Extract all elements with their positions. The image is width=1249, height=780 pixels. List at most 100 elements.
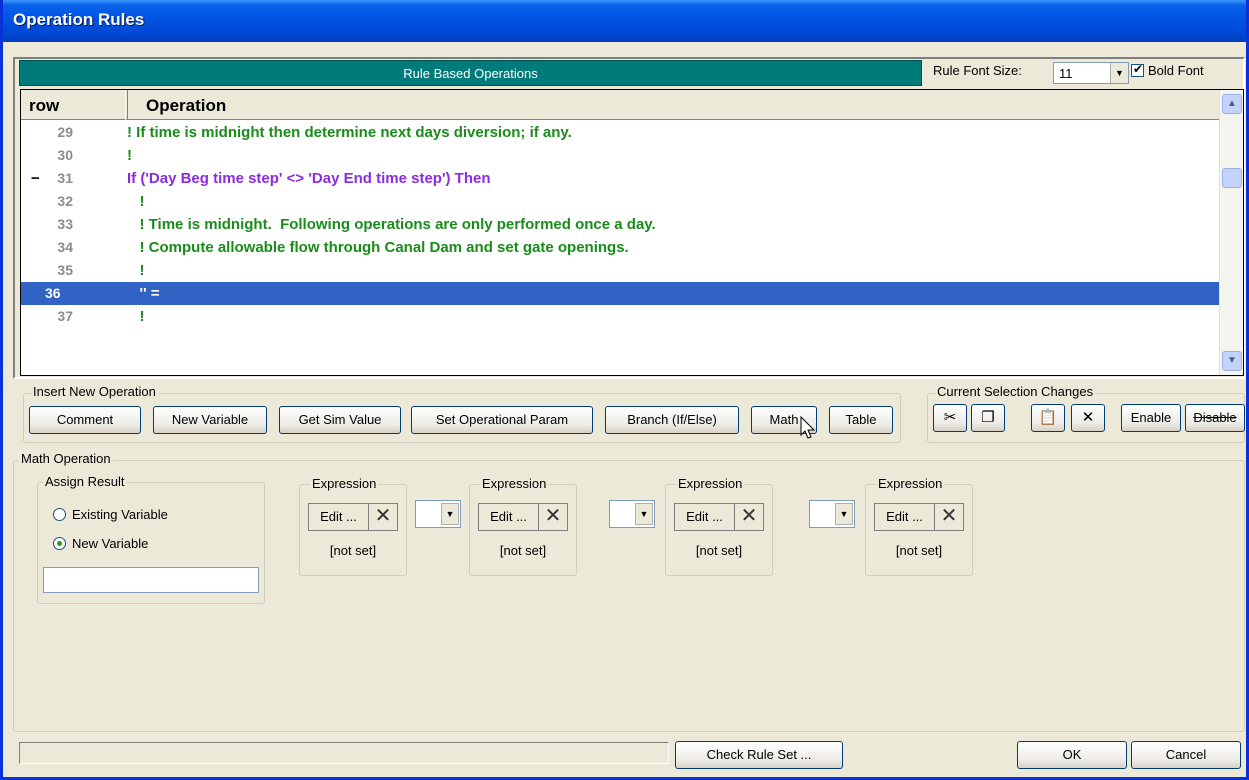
radio-selected-icon[interactable] — [53, 537, 66, 551]
column-header-row: row — [29, 96, 60, 115]
expression-value: [not set] — [695, 543, 743, 558]
operation-text: ! If time is midnight then determine nex… — [127, 124, 572, 141]
rule-font-size-select[interactable]: 11 ▼ — [1053, 62, 1129, 84]
branch-if-else-button[interactable]: Branch (If/Else) — [605, 406, 739, 434]
grid-rows: 29 ! If time is midnight then determine n… — [21, 121, 1219, 328]
operation-text: ! Compute allowable flow through Canal D… — [127, 239, 629, 256]
chevron-down-icon[interactable]: ▼ — [835, 503, 853, 525]
clear-expression-icon[interactable]: ✕ — [539, 504, 567, 530]
row-number: 29 — [57, 124, 73, 140]
clear-expression-icon[interactable]: ✕ — [935, 504, 963, 530]
rule-based-operations-banner: Rule Based Operations — [19, 60, 922, 86]
table-row[interactable]: 30! — [21, 144, 1219, 167]
assign-result-label: Assign Result — [43, 474, 127, 489]
operation-text: '' = — [127, 285, 160, 302]
disable-button[interactable]: Disable — [1185, 404, 1245, 432]
expression-edit-button[interactable]: Edit ... — [675, 504, 735, 530]
operator-select-1[interactable]: ▼ — [415, 500, 461, 528]
rule-font-size-value: 11 — [1059, 66, 1073, 81]
comment-button[interactable]: Comment — [29, 406, 141, 434]
table-button[interactable]: Table — [829, 406, 893, 434]
expression-group-2: Expression Edit ... ✕ [not set] — [469, 476, 577, 576]
existing-variable-label: Existing Variable — [72, 507, 168, 522]
operation-text: ! Time is midnight. Following operations… — [127, 216, 656, 233]
table-row[interactable]: 32 ! — [21, 190, 1219, 213]
set-operational-param-button[interactable]: Set Operational Param — [411, 406, 593, 434]
get-sim-value-button[interactable]: Get Sim Value — [279, 406, 401, 434]
new-variable-label: New Variable — [72, 536, 149, 551]
operation-rules-window: Operation Rules Rule Based Operations Ru… — [0, 0, 1249, 780]
grid-header: row Operation — [21, 90, 1219, 120]
new-variable-radio[interactable]: New Variable — [53, 536, 148, 551]
new-variable-button[interactable]: New Variable — [153, 406, 267, 434]
expression-label: Expression — [480, 476, 549, 491]
expression-group-3: Expression Edit ... ✕ [not set] — [665, 476, 773, 576]
expression-edit-button[interactable]: Edit ... — [309, 504, 369, 530]
copy-icon[interactable]: ❐ — [971, 404, 1005, 432]
row-number: 31 — [57, 170, 73, 186]
row-number: 36 — [45, 285, 61, 301]
bold-font-checkbox[interactable]: Bold Font — [1131, 62, 1204, 78]
table-row[interactable]: −31 If ('Day Beg time step' <> 'Day End t… — [21, 167, 1219, 190]
existing-variable-radio[interactable]: Existing Variable — [53, 507, 168, 522]
table-row[interactable]: 33 ! Time is midnight. Following operati… — [21, 213, 1219, 236]
operator-select-2[interactable]: ▼ — [609, 500, 655, 528]
selection-changes-label: Current Selection Changes — [935, 384, 1096, 399]
clear-expression-icon[interactable]: ✕ — [735, 504, 763, 530]
math-operation-label: Math Operation — [19, 451, 113, 466]
scroll-thumb[interactable] — [1222, 168, 1242, 188]
expression-edit-button[interactable]: Edit ... — [479, 504, 539, 530]
expression-edit-control: Edit ... ✕ — [478, 503, 568, 531]
expression-value: [not set] — [329, 543, 377, 558]
table-row[interactable]: 35 ! — [21, 259, 1219, 282]
expression-label: Expression — [876, 476, 945, 491]
row-number: 37 — [57, 308, 73, 324]
expression-edit-control: Edit ... ✕ — [874, 503, 964, 531]
cut-icon[interactable]: ✂ — [933, 404, 967, 432]
table-row[interactable]: 36 '' = — [21, 282, 1219, 305]
paste-icon[interactable]: 📋 — [1031, 404, 1065, 432]
delete-icon[interactable]: ✕ — [1071, 404, 1105, 432]
row-number: 33 — [57, 216, 73, 232]
operations-grid[interactable]: row Operation 29 ! If time is midnight th… — [20, 89, 1244, 376]
row-number: 35 — [57, 262, 73, 278]
new-variable-name-input[interactable] — [43, 567, 259, 593]
expression-edit-button[interactable]: Edit ... — [875, 504, 935, 530]
expression-edit-control: Edit ... ✕ — [308, 503, 398, 531]
checkbox-checked-icon[interactable] — [1131, 62, 1144, 78]
rule-font-size-label: Rule Font Size: — [933, 63, 1022, 78]
column-header-operation: Operation — [127, 90, 226, 120]
ok-button[interactable]: OK — [1017, 741, 1127, 769]
operation-text: ! — [127, 193, 145, 210]
operator-select-3[interactable]: ▼ — [809, 500, 855, 528]
operation-text: ! — [127, 262, 145, 279]
check-rule-set-button[interactable]: Check Rule Set ... — [675, 741, 843, 769]
expression-group-1: Expression Edit ... ✕ [not set] — [299, 476, 407, 576]
radio-unselected-icon[interactable] — [53, 508, 66, 522]
window-title: Operation Rules — [3, 0, 1246, 42]
vertical-scrollbar[interactable]: ▲ ▼ — [1219, 90, 1243, 375]
row-number: 30 — [57, 147, 73, 163]
bold-font-label: Bold Font — [1148, 63, 1204, 78]
operation-text: ! — [127, 308, 145, 325]
chevron-down-icon[interactable]: ▼ — [441, 503, 459, 525]
row-number: 34 — [57, 239, 73, 255]
row-number: 32 — [57, 193, 73, 209]
chevron-down-icon[interactable]: ▼ — [1110, 63, 1128, 83]
scroll-up-icon[interactable]: ▲ — [1222, 94, 1242, 114]
expression-group-4: Expression Edit ... ✕ [not set] — [865, 476, 973, 576]
status-bar — [19, 742, 669, 764]
expression-value: [not set] — [895, 543, 943, 558]
cancel-button[interactable]: Cancel — [1131, 741, 1241, 769]
expression-label: Expression — [310, 476, 379, 491]
table-row[interactable]: 34 ! Compute allowable flow through Cana… — [21, 236, 1219, 259]
operation-text: If ('Day Beg time step' <> 'Day End time… — [127, 170, 491, 187]
enable-button[interactable]: Enable — [1121, 404, 1181, 432]
table-row[interactable]: 29 ! If time is midnight then determine n… — [21, 121, 1219, 144]
scroll-down-icon[interactable]: ▼ — [1222, 351, 1242, 371]
operation-text: ! — [127, 147, 132, 164]
expression-edit-control: Edit ... ✕ — [674, 503, 764, 531]
table-row[interactable]: 37 ! — [21, 305, 1219, 328]
chevron-down-icon[interactable]: ▼ — [635, 503, 653, 525]
clear-expression-icon[interactable]: ✕ — [369, 504, 397, 530]
